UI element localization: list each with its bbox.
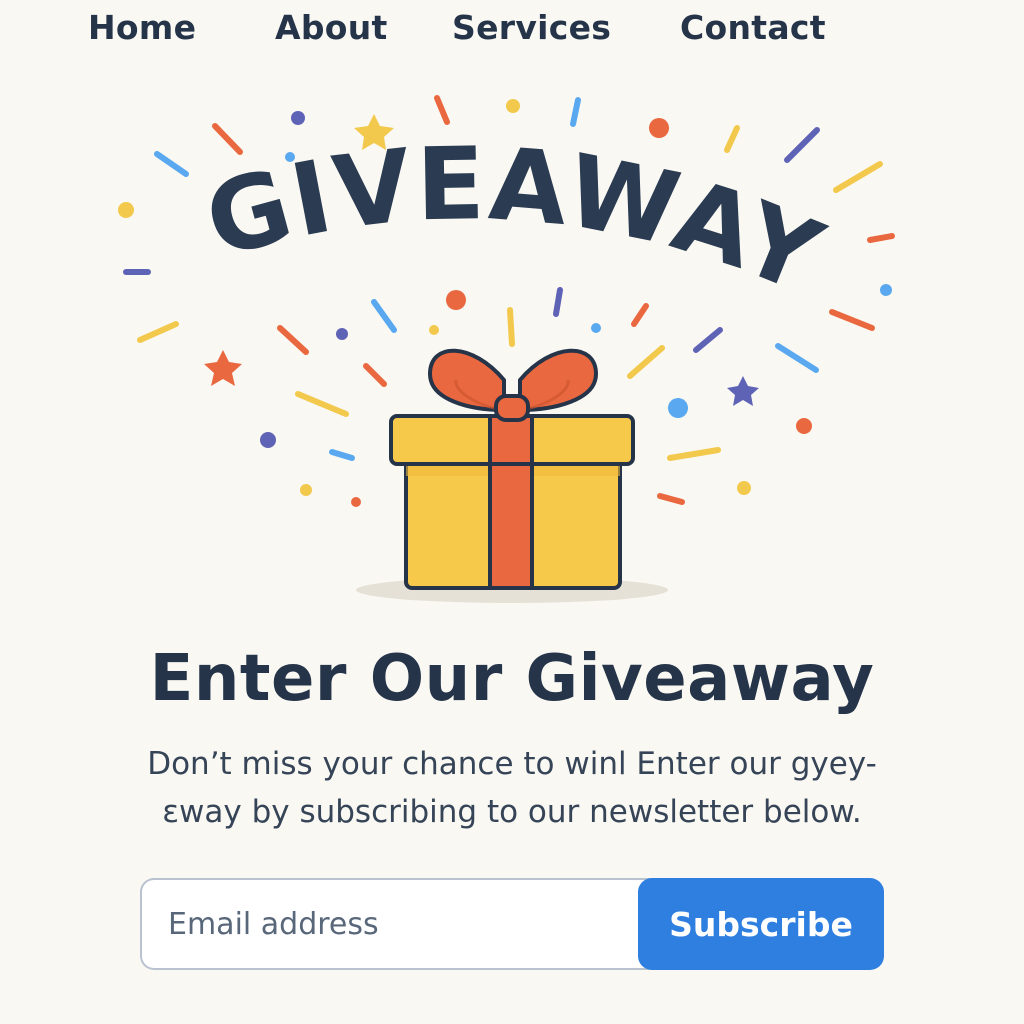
confetti-piece: [627, 345, 665, 379]
giveaway-hero-illustration: GIVEAWAY: [100, 80, 924, 620]
confetti-piece: [212, 123, 243, 155]
gift-box-icon: [356, 348, 668, 603]
subscribe-button[interactable]: Subscribe: [638, 878, 884, 970]
confetti-piece: [137, 321, 179, 343]
giveaway-description: Don’t miss your chance to winl Enter our…: [132, 740, 892, 836]
confetti-dot: [118, 202, 134, 218]
confetti-piece: [657, 493, 685, 505]
confetti-dot: [291, 111, 305, 125]
confetti-dot: [446, 290, 466, 310]
confetti-piece: [295, 391, 349, 417]
confetti-piece: [775, 343, 819, 373]
nav-about-link[interactable]: About: [275, 6, 388, 50]
banner-text-path: GIVEAWAY: [194, 125, 836, 316]
confetti-piece: [553, 287, 563, 317]
confetti-piece: [833, 161, 883, 193]
confetti-piece: [507, 307, 515, 347]
nav-contact-link[interactable]: Contact: [680, 6, 826, 50]
confetti-piece: [784, 127, 820, 163]
confetti-dot: [796, 418, 812, 434]
confetti-dot: [668, 398, 688, 418]
confetti-piece: [277, 325, 309, 355]
star-icon: [204, 350, 242, 386]
confetti-piece: [724, 125, 740, 153]
nav-home-link[interactable]: Home: [88, 6, 196, 50]
nav-services-link[interactable]: Services: [452, 6, 611, 50]
email-input[interactable]: [140, 878, 680, 970]
confetti-piece: [667, 447, 721, 461]
description-line-2: ɛway by subscribing to our newsletter be…: [162, 794, 862, 830]
confetti-dot: [429, 325, 439, 335]
confetti-piece: [631, 303, 649, 327]
confetti-dot: [591, 323, 601, 333]
confetti-piece: [829, 309, 875, 331]
confetti-dot: [506, 99, 520, 113]
confetti-dot: [300, 484, 312, 496]
confetti-piece: [570, 97, 581, 127]
confetti-piece: [329, 449, 355, 461]
giveaway-banner-text: GIVEAWAY: [194, 125, 838, 316]
confetti-dot: [649, 118, 669, 138]
confetti-piece: [867, 233, 895, 243]
description-line-1: Don’t miss your chance to winl Enter our…: [147, 746, 877, 782]
page-title: Enter Our Giveaway: [149, 642, 875, 716]
confetti-dot: [260, 432, 276, 448]
confetti-dot: [351, 497, 361, 507]
hero-svg: GIVEAWAY: [118, 95, 895, 603]
top-nav: Home About Services Contact: [0, 6, 1024, 50]
confetti-piece: [371, 299, 397, 333]
confetti-piece: [434, 95, 450, 125]
confetti-dot: [336, 328, 348, 340]
confetti-piece: [693, 327, 723, 353]
confetti-dot: [880, 284, 892, 296]
newsletter-form: Subscribe: [140, 878, 884, 970]
confetti-piece: [154, 151, 189, 177]
confetti-piece: [363, 363, 387, 387]
confetti-dot: [737, 481, 751, 495]
star-icon: [727, 376, 759, 406]
giveaway-page: Home About Services Contact GIVEAWAY Ent…: [0, 0, 1024, 1024]
